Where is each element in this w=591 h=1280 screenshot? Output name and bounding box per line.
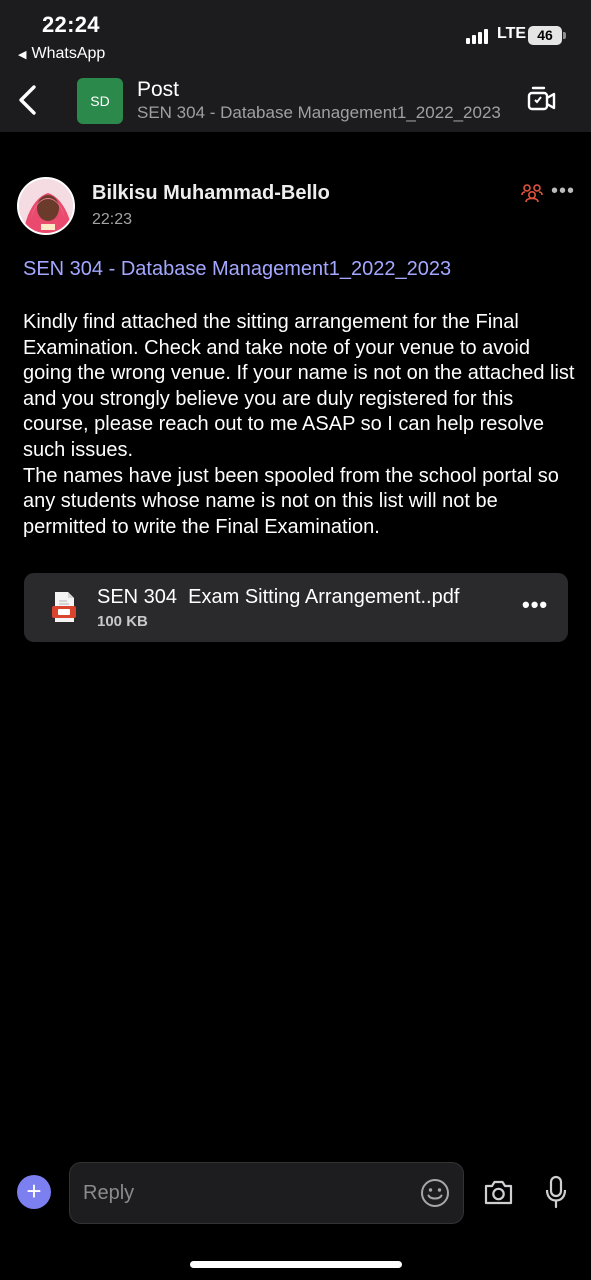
reply-input[interactable] [83, 1178, 403, 1208]
back-triangle-icon: ◀ [18, 48, 27, 61]
battery-icon: 46 [528, 26, 562, 45]
page-title: Post [137, 78, 180, 101]
author-name[interactable]: Bilkisu Muhammad-Bello [92, 182, 330, 205]
back-app-label: WhatsApp [31, 45, 106, 62]
battery-tip [563, 32, 566, 39]
network-type: LTE [497, 25, 527, 42]
chevron-left-icon[interactable] [14, 82, 44, 118]
attachment-file-size: 100 KB [97, 613, 148, 630]
post-body: Kindly find attached the sitting arrange… [23, 311, 575, 538]
channel-name: SEN 304 - Database Management1_2022_2023 [137, 103, 501, 122]
status-time: 22:24 [42, 12, 100, 37]
camera-icon[interactable] [483, 1177, 514, 1207]
reply-box[interactable] [69, 1162, 464, 1224]
cell-signal-icon [466, 28, 488, 44]
emoji-icon[interactable] [420, 1178, 450, 1208]
post-timestamp: 22:23 [92, 211, 133, 228]
teams-post-screen: 22:24 ◀ WhatsApp LTE 46 SD Post SEN 304 … [0, 0, 591, 1280]
post-more-icon[interactable]: ••• [551, 180, 575, 203]
file-attachment[interactable]: SEN 304 Exam Sitting Arrangement..pdf 10… [24, 573, 568, 642]
pdf-file-icon [52, 592, 76, 622]
attachment-more-icon[interactable]: ••• [522, 593, 548, 621]
plus-icon[interactable]: + [17, 1175, 51, 1209]
meet-now-icon[interactable] [526, 84, 556, 116]
attachment-file-name: SEN 304 Exam Sitting Arrangement..pdf [97, 586, 460, 608]
top-bar: 22:24 ◀ WhatsApp LTE 46 SD Post SEN 304 … [0, 0, 591, 132]
microphone-icon[interactable] [544, 1175, 568, 1209]
home-indicator [190, 1261, 402, 1268]
post-subject: SEN 304 - Database Management1_2022_2023 [23, 258, 452, 280]
back-to-whatsapp[interactable]: ◀ WhatsApp [18, 45, 105, 63]
reactions-icon[interactable] [521, 183, 543, 203]
avatar[interactable] [17, 177, 75, 235]
channel-avatar[interactable]: SD [77, 78, 123, 124]
author-photo [19, 179, 73, 233]
